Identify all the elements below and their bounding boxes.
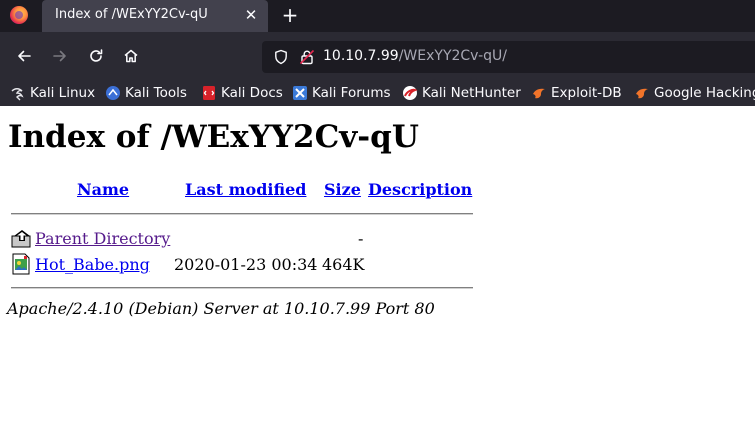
- table-row-parent: Parent Directory -: [8, 227, 478, 251]
- bookmark-label: Kali Docs: [221, 85, 283, 101]
- kali-nethunter-icon: [403, 86, 418, 100]
- firefox-logo-icon[interactable]: [10, 6, 28, 24]
- tab-title: Index of /WExYY2Cv-qU: [55, 7, 208, 22]
- new-tab-button[interactable]: +: [280, 3, 300, 27]
- column-header-size[interactable]: Size: [324, 180, 361, 199]
- file-size: 464K: [322, 255, 365, 274]
- bookmark-kali-docs[interactable]: Kali Docs: [201, 83, 283, 103]
- column-header-last-modified[interactable]: Last modified: [185, 180, 306, 199]
- page-title: Index of /WExYY2Cv-qU: [8, 119, 419, 155]
- image-file-icon: [12, 253, 30, 275]
- navigation-toolbar: 10.10.7.99/WExYY2Cv-qU/: [0, 32, 755, 80]
- bookmark-label: Google Hacking: [654, 85, 755, 101]
- bookmark-kali-linux[interactable]: Kali Linux: [10, 83, 95, 103]
- arrow-left-icon: [18, 50, 31, 62]
- back-button[interactable]: [13, 45, 35, 67]
- bookmarks-toolbar: Kali Linux Kali Tools Kali Docs Kali For…: [0, 80, 755, 106]
- reload-icon: [90, 49, 103, 62]
- insecure-lock-icon[interactable]: [299, 49, 315, 65]
- url-path: /WExYY2Cv-qU/: [398, 48, 507, 64]
- column-header-description[interactable]: Description: [368, 180, 472, 199]
- url-text[interactable]: 10.10.7.99/WExYY2Cv-qU/: [323, 48, 507, 64]
- forward-button[interactable]: [49, 45, 71, 67]
- file-modified: 2020-01-23 00:34: [174, 255, 318, 274]
- kali-dragon-icon: [11, 88, 24, 101]
- server-signature: Apache/2.4.10 (Debian) Server at 10.10.7…: [7, 299, 435, 318]
- bookmark-kali-tools[interactable]: Kali Tools: [105, 83, 187, 103]
- bookmark-kali-forums[interactable]: Kali Forums: [292, 83, 391, 103]
- header-divider: [11, 213, 473, 215]
- home-button[interactable]: [120, 45, 142, 67]
- back-folder-icon: [11, 230, 31, 248]
- tab-strip: Index of /WExYY2Cv-qU ✕ +: [0, 0, 755, 32]
- bookmark-label: Exploit-DB: [551, 85, 622, 101]
- parent-size: -: [358, 229, 364, 248]
- file-link[interactable]: Hot_Babe.png: [35, 255, 150, 274]
- shield-icon[interactable]: [273, 49, 289, 65]
- kali-docs-icon: [203, 86, 215, 100]
- parent-directory-link[interactable]: Parent Directory: [35, 229, 170, 248]
- google-hacking-icon: [636, 88, 648, 99]
- footer-divider: [11, 287, 473, 289]
- arrow-right-icon: [53, 50, 66, 62]
- url-bar[interactable]: 10.10.7.99/WExYY2Cv-qU/: [262, 41, 755, 73]
- home-icon: [124, 49, 138, 63]
- bookmark-label: Kali Tools: [125, 85, 187, 101]
- bookmark-kali-nethunter[interactable]: Kali NetHunter: [402, 83, 521, 103]
- bookmark-google-hacking[interactable]: Google Hacking: [634, 83, 755, 103]
- url-host: 10.10.7.99: [323, 48, 399, 64]
- table-row: Hot_Babe.png 2020-01-23 00:34 464K: [8, 253, 478, 277]
- close-tab-icon[interactable]: ✕: [242, 5, 260, 25]
- active-tab[interactable]: Index of /WExYY2Cv-qU ✕: [42, 0, 268, 32]
- column-header-name[interactable]: Name: [77, 180, 129, 199]
- bookmark-label: Kali NetHunter: [422, 85, 521, 101]
- kali-forums-icon: [293, 86, 307, 100]
- kali-tools-icon: [106, 86, 120, 100]
- exploit-db-icon: [533, 88, 545, 99]
- page-content: Index of /WExYY2Cv-qU Name Last modified…: [0, 106, 755, 428]
- bookmark-label: Kali Forums: [312, 85, 391, 101]
- bookmark-label: Kali Linux: [30, 85, 96, 101]
- bookmark-exploit-db[interactable]: Exploit-DB: [531, 83, 622, 103]
- reload-button[interactable]: [85, 45, 107, 67]
